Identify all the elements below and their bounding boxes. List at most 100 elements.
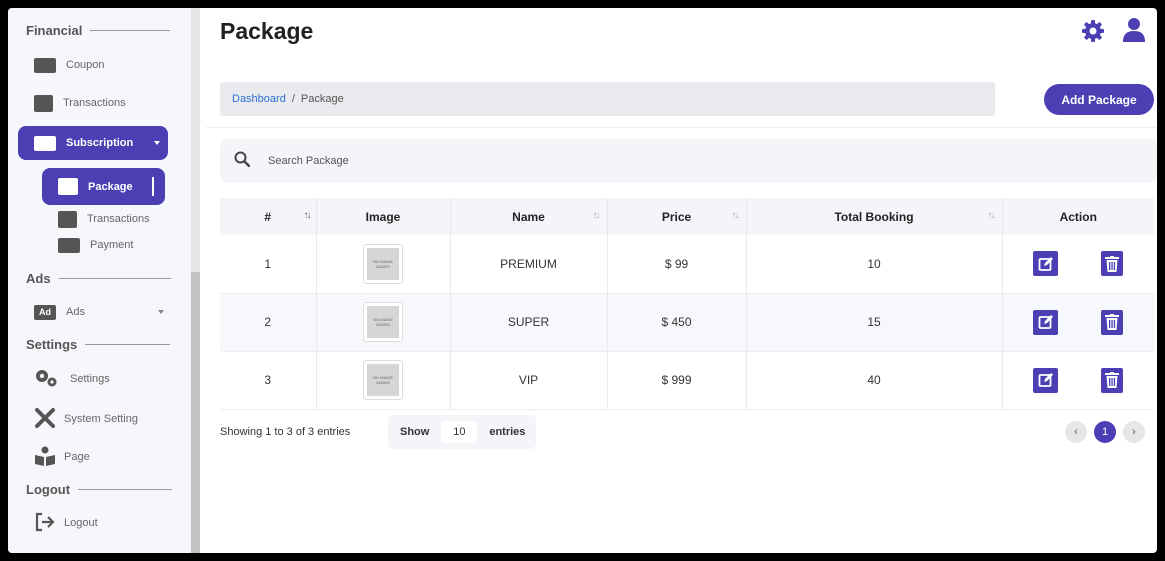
sidebar-item-settings[interactable]: Settings [34, 369, 110, 389]
package-image: NO IMAGE ADDED [363, 302, 403, 342]
money-icon [34, 135, 56, 151]
pagination-next-button[interactable]: › [1123, 421, 1145, 443]
sidebar-item-page[interactable]: Page [34, 446, 90, 469]
show-label: Show [400, 426, 430, 438]
delete-button[interactable] [1101, 367, 1124, 393]
sidebar-item-label: Settings [70, 373, 110, 385]
section-settings-label: Settings [26, 337, 78, 352]
column-label: Total Booking [834, 209, 914, 224]
column-header-action: Action [1002, 198, 1154, 235]
sidebar-item-label: System Setting [64, 413, 138, 425]
search-input[interactable] [268, 155, 868, 167]
ad-icon: Ad [34, 304, 56, 320]
edit-icon [1038, 256, 1053, 271]
edit-icon [1038, 373, 1053, 387]
section-financial-label: Financial [26, 23, 83, 38]
trash-icon [1105, 372, 1120, 388]
section-logout-label: Logout [26, 482, 71, 497]
sort-icon: ↑↓ [731, 210, 740, 221]
sidebar-item-sub-transactions[interactable]: Transactions [58, 210, 150, 228]
cell-image: NO IMAGE ADDED [316, 351, 451, 409]
delete-button[interactable] [1101, 309, 1124, 335]
package-table: # ↑↓ Image Name ↑↓ Price ↑↓ Total Booking ↑↓… [220, 198, 1154, 410]
cell-total-booking: 40 [746, 351, 1003, 409]
cell-price: $ 999 [607, 351, 747, 409]
cell-name: SUPER [450, 293, 608, 351]
column-header-number[interactable]: # ↑↓ [220, 198, 317, 235]
column-label: Name [512, 209, 545, 224]
column-header-total-booking[interactable]: Total Booking ↑↓ [746, 198, 1003, 235]
sort-icon: ↑↓ [592, 210, 601, 221]
edit-button[interactable] [1033, 309, 1059, 335]
chevron-down-icon [158, 310, 164, 314]
section-financial: Financial [26, 23, 171, 38]
reader-icon [34, 446, 56, 469]
edit-button[interactable] [1033, 367, 1059, 393]
coupon-icon [34, 57, 56, 73]
cell-price: $ 99 [607, 235, 747, 293]
cell-number: 3 [220, 351, 317, 409]
column-label: Action [1059, 209, 1097, 224]
sidebar-item-coupon[interactable]: Coupon [34, 56, 105, 74]
divider [206, 127, 1157, 128]
sidebar-item-package[interactable]: Package [42, 168, 165, 205]
chevron-down-icon [154, 141, 160, 145]
package-image: NO IMAGE ADDED [363, 360, 403, 400]
sidebar-item-ads[interactable]: Ad Ads [34, 303, 168, 321]
sidebar-item-label: Transactions [63, 97, 126, 109]
cell-action [1002, 235, 1154, 293]
column-label: Image [365, 209, 401, 224]
sidebar-item-payment[interactable]: Payment [58, 236, 133, 254]
trash-icon [1105, 314, 1120, 330]
divider [58, 278, 171, 279]
sidebar-item-subscription[interactable]: Subscription [18, 126, 168, 160]
edit-button[interactable] [1033, 251, 1059, 277]
section-logout: Logout [26, 482, 173, 497]
text-cursor [152, 177, 154, 196]
sidebar: Financial Coupon Transactions Subscripti… [8, 8, 200, 553]
cell-name: PREMIUM [450, 235, 608, 293]
box-icon [58, 178, 78, 195]
sort-icon: ↑↓ [987, 210, 996, 221]
tools-icon [34, 407, 56, 432]
money-icon [58, 237, 80, 253]
gear-icon[interactable] [1081, 19, 1105, 48]
cell-number: 2 [220, 293, 317, 351]
user-icon[interactable] [1122, 17, 1146, 48]
column-label: # [264, 209, 272, 224]
delete-button[interactable] [1101, 251, 1124, 277]
sidebar-item-label: Package [88, 180, 133, 193]
sidebar-item-transactions[interactable]: Transactions [34, 94, 126, 112]
cell-image: NO IMAGE ADDED [316, 235, 451, 293]
column-header-price[interactable]: Price ↑↓ [607, 198, 747, 235]
page-length-control: Show 10 entries [388, 415, 536, 449]
sidebar-item-system-setting[interactable]: System Setting [34, 407, 138, 432]
sidebar-item-logout[interactable]: Logout [34, 512, 98, 533]
sidebar-item-label: Transactions [87, 213, 150, 225]
breadcrumb-separator: / [291, 93, 295, 105]
divider [85, 344, 171, 345]
table-row: 3 NO IMAGE ADDED VIP $ 999 40 [220, 351, 1154, 409]
column-header-name[interactable]: Name ↑↓ [450, 198, 608, 235]
breadcrumb-dashboard-link[interactable]: Dashboard [232, 93, 286, 105]
no-image-placeholder: NO IMAGE ADDED [367, 306, 399, 338]
add-package-button[interactable]: Add Package [1044, 84, 1154, 115]
pagination-prev-button[interactable]: ‹ [1065, 421, 1087, 443]
page-length-select[interactable]: 10 [441, 421, 478, 443]
sidebar-item-label: Payment [90, 239, 134, 251]
column-label: Price [661, 209, 692, 224]
no-image-placeholder: NO IMAGE ADDED [367, 247, 399, 280]
trash-icon [1105, 255, 1120, 272]
cell-number: 1 [220, 235, 317, 293]
cell-price: $ 450 [607, 293, 747, 351]
entries-label: entries [489, 426, 526, 438]
pagination-page-1[interactable]: 1 [1094, 421, 1116, 443]
page-title: Package [220, 18, 314, 44]
section-ads-label: Ads [26, 271, 51, 286]
breadcrumb-current: Package [300, 93, 344, 105]
sidebar-scrollbar-thumb[interactable] [191, 272, 200, 553]
sort-icon: ↑↓ [303, 210, 312, 221]
search-icon [234, 151, 251, 172]
table-row: 1 NO IMAGE ADDED PREMIUM $ 99 10 [220, 235, 1154, 293]
wallet-icon [58, 210, 77, 228]
